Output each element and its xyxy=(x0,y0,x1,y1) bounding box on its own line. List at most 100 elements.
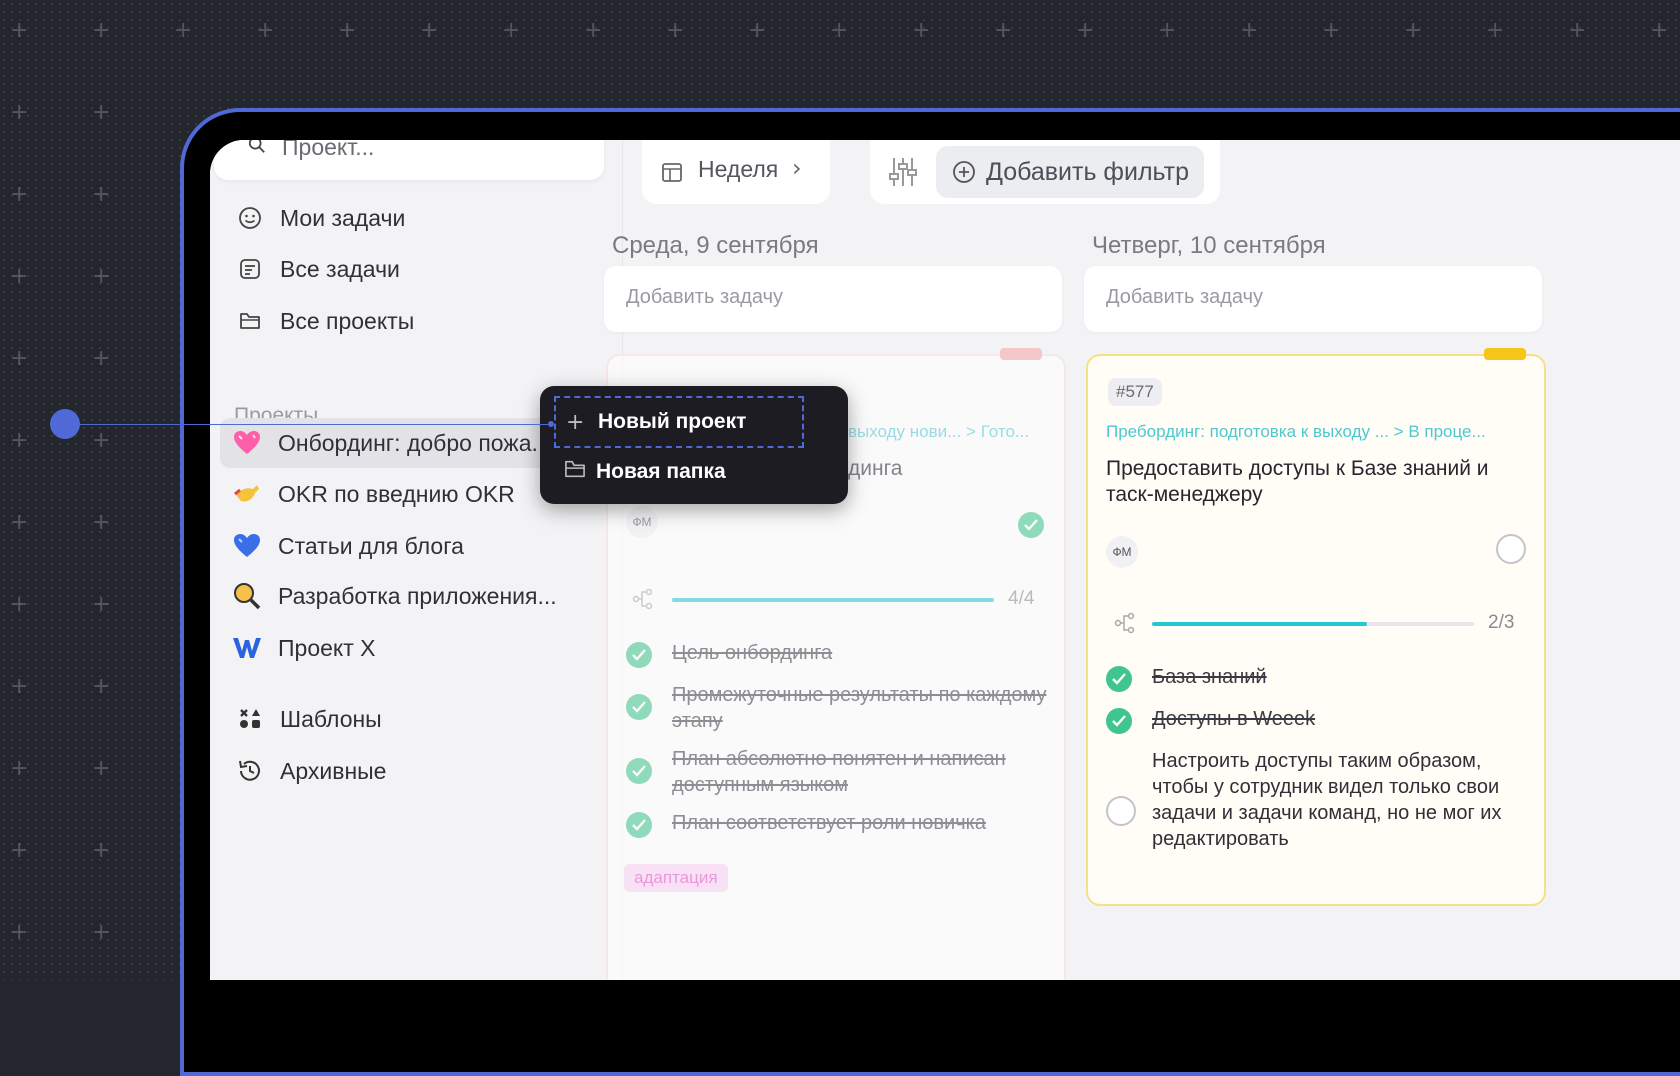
annotation-end xyxy=(548,421,554,427)
background-plus-mark: + xyxy=(748,18,767,43)
avatar[interactable]: ФМ xyxy=(626,506,658,538)
background-plus-mark: + xyxy=(1650,18,1669,43)
plus-icon: + xyxy=(566,409,585,435)
background-plus-mark: + xyxy=(1568,18,1587,43)
subtask-text: База знаний xyxy=(1152,666,1267,688)
task-complete-check[interactable] xyxy=(1018,512,1044,538)
background-plus-mark: + xyxy=(420,18,439,43)
nav-label: Мои задачи xyxy=(280,204,406,231)
progress-fill xyxy=(1152,622,1367,626)
nav-all-projects[interactable]: Все проекты xyxy=(236,305,414,337)
history-icon xyxy=(236,757,264,785)
w-logo-icon xyxy=(232,633,262,663)
background-plus-mark: + xyxy=(338,18,357,43)
subtask-item[interactable]: Доступы в Weeek xyxy=(1106,706,1536,736)
card-color-tag xyxy=(1484,348,1526,360)
app-screen: Проект... Мои задачи Все задачи Все прое… xyxy=(210,140,1680,980)
progress-bar xyxy=(672,598,994,602)
folder-icon xyxy=(236,307,264,335)
week-label: Неделя xyxy=(698,156,779,182)
blue-heart-icon xyxy=(232,531,262,561)
magnifier-icon xyxy=(232,581,262,611)
nav-label: Шаблоны xyxy=(280,705,382,732)
subtask-check[interactable] xyxy=(1106,708,1132,734)
background-plus-mark: + xyxy=(92,100,111,125)
project-item-x[interactable]: Проект X xyxy=(220,623,610,673)
tag-badge[interactable]: адаптация xyxy=(624,864,728,892)
subtask-text: Доступы в Weeek xyxy=(1152,708,1316,730)
annotation-line xyxy=(80,424,552,425)
add-filter-button[interactable]: Добавить фильтр xyxy=(936,146,1204,198)
plus-circle-icon xyxy=(953,161,975,183)
subtask-check[interactable] xyxy=(1106,796,1136,826)
project-item-blog[interactable]: Статьи для блога xyxy=(220,521,610,571)
task-id-badge: #577 xyxy=(1108,378,1162,406)
add-task-input-wed[interactable]: Добавить задачу xyxy=(604,266,1062,332)
subtask-item[interactable]: Настроить доступы таким образом, чтобы у… xyxy=(1106,748,1536,882)
background-plus-mark: + xyxy=(1076,18,1095,43)
background-plus-mark: + xyxy=(10,592,29,617)
progress-count: 4/4 xyxy=(1008,588,1035,609)
nav-archive[interactable]: Архивные xyxy=(236,755,386,787)
background-plus-mark: + xyxy=(10,428,29,453)
subtask-item[interactable]: База знаний xyxy=(1106,664,1536,694)
background-plus-mark: + xyxy=(10,756,29,781)
add-task-input-thu[interactable]: Добавить задачу xyxy=(1084,266,1542,332)
task-card-577[interactable]: #577 Пребординг: подготовка к выходу ...… xyxy=(1086,348,1546,906)
nav-label: Все задачи xyxy=(280,255,400,282)
background-plus-mark: + xyxy=(92,510,111,535)
project-label: Разработка приложения... xyxy=(278,582,557,609)
search-input[interactable]: Проект... xyxy=(282,140,374,161)
background-plus-mark: + xyxy=(10,264,29,289)
background-plus-mark: + xyxy=(92,674,111,699)
subtask-text: План соответствует роли новичка xyxy=(672,812,986,834)
menu-item-new-project[interactable]: + Новый проект xyxy=(554,396,804,448)
subtask-check[interactable] xyxy=(1106,666,1132,692)
avatar[interactable]: ФМ xyxy=(1106,536,1138,568)
subtask-check[interactable] xyxy=(626,758,652,784)
project-item-app-dev[interactable]: Разработка приложения... xyxy=(220,571,610,621)
calendar-icon xyxy=(662,163,682,182)
nav-templates[interactable]: Шаблоны xyxy=(236,703,382,735)
search-box[interactable]: Проект... xyxy=(214,140,604,180)
task-complete-check[interactable] xyxy=(1496,534,1526,564)
background-plus-mark: + xyxy=(1486,18,1505,43)
annotation-dot xyxy=(50,409,80,439)
subtask-item[interactable]: Промежуточные результаты по каждому этап… xyxy=(626,682,1056,738)
background-plus-mark: + xyxy=(92,346,111,371)
subtask-text: Промежуточные результаты по каждому этап… xyxy=(672,684,1047,732)
progress-bar xyxy=(1152,622,1474,626)
menu-item-new-folder[interactable]: Новая папка xyxy=(554,446,804,498)
task-breadcrumb[interactable]: выходу нови... > Гото... xyxy=(848,422,1029,442)
subtask-check[interactable] xyxy=(626,812,652,838)
background-plus-mark: + xyxy=(92,756,111,781)
day-title-wed: Среда, 9 сентября xyxy=(612,232,819,259)
subtasks-icon xyxy=(1114,612,1135,634)
day-title-thu: Четверг, 10 сентября xyxy=(1092,232,1326,259)
background-plus-mark: + xyxy=(994,18,1013,43)
project-label: OKR по введнию OKR xyxy=(278,480,515,507)
subtask-item[interactable]: План абсолютно понятен и написан доступн… xyxy=(626,746,1056,802)
subtask-item[interactable]: План соответствует роли новичка xyxy=(626,810,1056,840)
background-plus-mark: + xyxy=(10,510,29,535)
sliders-icon[interactable] xyxy=(888,156,918,188)
folder-icon xyxy=(564,459,588,485)
nav-all-tasks[interactable]: Все задачи xyxy=(236,253,400,285)
list-icon xyxy=(236,255,264,283)
background-plus-mark: + xyxy=(912,18,931,43)
background-plus-mark: + xyxy=(830,18,849,43)
add-task-placeholder: Добавить задачу xyxy=(626,286,784,308)
heart-icon xyxy=(232,428,262,458)
task-breadcrumb[interactable]: Пребординг: подготовка к выходу ... > В … xyxy=(1106,422,1486,442)
nav-my-tasks[interactable]: Мои задачи xyxy=(236,202,405,234)
search-icon xyxy=(248,140,265,153)
templates-icon xyxy=(236,705,264,733)
week-view-selector[interactable]: Неделя › xyxy=(642,140,830,204)
subtask-check[interactable] xyxy=(626,642,652,668)
subtask-text: План абсолютно понятен и написан доступн… xyxy=(672,748,1006,796)
subtask-check[interactable] xyxy=(626,694,652,720)
subtask-item[interactable]: Цель онбординга xyxy=(626,640,1056,670)
background-plus-mark: + xyxy=(1158,18,1177,43)
background-plus-mark: + xyxy=(92,592,111,617)
background-plus-mark: + xyxy=(1404,18,1423,43)
